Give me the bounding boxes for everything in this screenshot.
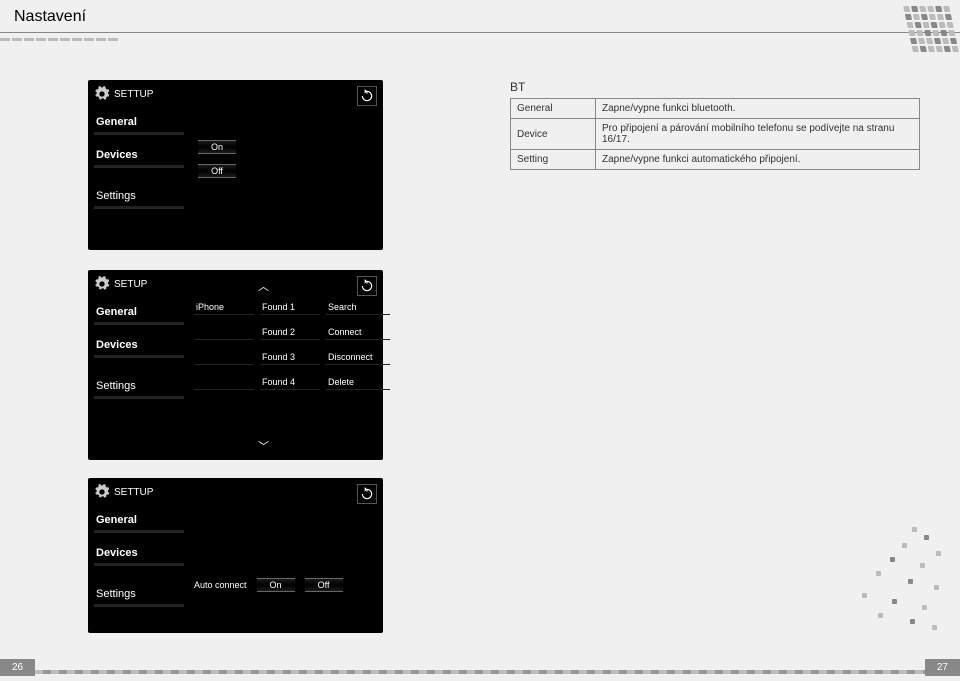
list-item[interactable] bbox=[194, 350, 254, 365]
footer-stripes bbox=[35, 670, 925, 674]
sidebar-item-general[interactable]: General bbox=[94, 302, 184, 324]
bt-heading: BT bbox=[510, 80, 920, 94]
bt-row-val: Zapne/vypne funkci bluetooth. bbox=[596, 99, 920, 119]
title-underline bbox=[0, 32, 960, 33]
sidebar-item-settings[interactable]: Settings bbox=[94, 584, 184, 606]
panel-general-content: On Off bbox=[198, 140, 236, 188]
bt-row-key: Device bbox=[511, 119, 596, 150]
refresh-icon[interactable] bbox=[357, 276, 377, 296]
sidebar: SETUP General Devices Settings bbox=[94, 276, 184, 454]
panel-general: SETTUP General Devices Settings On Off bbox=[88, 80, 383, 250]
off-button[interactable]: Off bbox=[305, 578, 343, 592]
page-number-left: 26 bbox=[0, 659, 35, 676]
sidebar-item-general[interactable]: General bbox=[94, 112, 184, 134]
list-item[interactable]: iPhone bbox=[194, 300, 254, 315]
header-ticks bbox=[0, 38, 150, 44]
search-button[interactable]: Search bbox=[326, 300, 390, 315]
sidebar-item-general[interactable]: General bbox=[94, 510, 184, 532]
page-title: Nastavení bbox=[14, 8, 86, 26]
bt-section: BT GeneralZapne/vypne funkci bluetooth. … bbox=[510, 80, 920, 170]
off-button[interactable]: Off bbox=[198, 164, 236, 178]
refresh-icon[interactable] bbox=[357, 86, 377, 106]
sidebar: SETTUP General Devices Settings bbox=[94, 484, 184, 627]
found-item[interactable]: Found 2 bbox=[260, 325, 320, 340]
sidebar: SETTUP General Devices Settings bbox=[94, 86, 184, 244]
list-item[interactable] bbox=[194, 325, 254, 340]
decoration-dots-bottom bbox=[842, 521, 952, 641]
connect-button[interactable]: Connect bbox=[326, 325, 390, 340]
page-number-right: 27 bbox=[925, 659, 960, 676]
panel-settings-content: Auto connect On Off bbox=[194, 578, 343, 592]
sidebar-item-devices[interactable]: Devices bbox=[94, 335, 184, 357]
bt-row-val: Pro připojení a párování mobilního telef… bbox=[596, 119, 920, 150]
sidebar-item-devices[interactable]: Devices bbox=[94, 145, 184, 167]
decoration-dots-top bbox=[908, 6, 954, 52]
chevron-up-icon[interactable]: ︿ bbox=[258, 278, 269, 294]
bt-row-key: General bbox=[511, 99, 596, 119]
chevron-down-icon[interactable]: ﹀ bbox=[258, 438, 269, 454]
bt-row-key: Setting bbox=[511, 150, 596, 170]
footer: 26 27 bbox=[0, 659, 960, 681]
setup-label: SETTUP bbox=[114, 89, 153, 100]
found-item[interactable]: Found 3 bbox=[260, 350, 320, 365]
list-item[interactable] bbox=[194, 375, 254, 390]
panel-devices: SETUP General Devices Settings ︿ iPhone … bbox=[88, 270, 383, 460]
on-button[interactable]: On bbox=[257, 578, 295, 592]
sidebar-item-devices[interactable]: Devices bbox=[94, 543, 184, 565]
bt-table: GeneralZapne/vypne funkci bluetooth. Dev… bbox=[510, 98, 920, 170]
setup-label: SETTUP bbox=[114, 487, 153, 498]
panel-settings: SETTUP General Devices Settings Auto con… bbox=[88, 478, 383, 633]
autoconnect-label: Auto connect bbox=[194, 580, 247, 590]
sidebar-item-settings[interactable]: Settings bbox=[94, 376, 184, 398]
setup-label: SETUP bbox=[114, 279, 147, 290]
found-item[interactable]: Found 4 bbox=[260, 375, 320, 390]
disconnect-button[interactable]: Disconnect bbox=[326, 350, 390, 365]
bt-row-val: Zapne/vypne funkci automatického připoje… bbox=[596, 150, 920, 170]
refresh-icon[interactable] bbox=[357, 484, 377, 504]
delete-button[interactable]: Delete bbox=[326, 375, 390, 390]
on-button[interactable]: On bbox=[198, 140, 236, 154]
sidebar-item-settings[interactable]: Settings bbox=[94, 186, 184, 208]
devices-grid: iPhone Found 1 Search Found 2 Connect Fo… bbox=[194, 300, 390, 390]
gear-icon bbox=[94, 276, 110, 292]
gear-icon bbox=[94, 484, 110, 500]
gear-icon bbox=[94, 86, 110, 102]
found-item[interactable]: Found 1 bbox=[260, 300, 320, 315]
